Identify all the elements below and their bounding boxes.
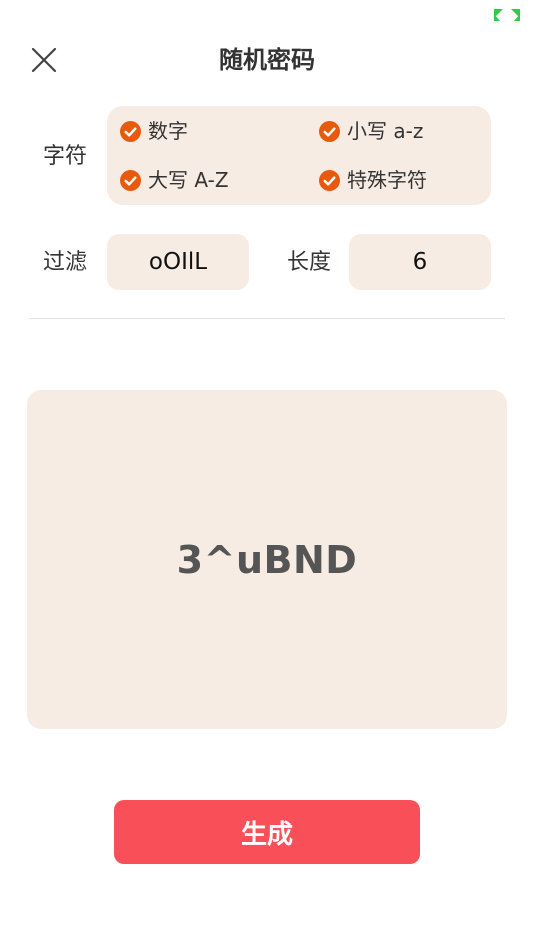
- filter-label: 过滤: [43, 250, 88, 275]
- character-options-panel: 数字 小写 a-z 大写 A-Z 特殊字符: [107, 106, 491, 205]
- option-uppercase-label: 大写 A-Z: [148, 168, 229, 192]
- page-title: 随机密码: [219, 46, 315, 74]
- expand-arrows-icon: [494, 9, 520, 21]
- option-digits[interactable]: 数字: [120, 118, 188, 144]
- check-circle-icon: [120, 120, 141, 142]
- password-result-box: 3^uBND: [27, 390, 507, 729]
- generated-password[interactable]: 3^uBND: [177, 538, 358, 582]
- check-circle-icon: [319, 169, 340, 191]
- option-special[interactable]: 特殊字符: [319, 167, 427, 193]
- generate-button[interactable]: 生成: [114, 800, 420, 864]
- filter-input[interactable]: [107, 234, 249, 290]
- option-lowercase-label: 小写 a-z: [347, 119, 424, 143]
- option-uppercase[interactable]: 大写 A-Z: [120, 167, 229, 193]
- length-input[interactable]: [349, 234, 491, 290]
- length-label: 长度: [287, 250, 332, 275]
- check-circle-icon: [319, 120, 340, 142]
- option-special-label: 特殊字符: [347, 168, 427, 192]
- option-digits-label: 数字: [148, 119, 188, 143]
- option-lowercase[interactable]: 小写 a-z: [319, 118, 423, 144]
- characters-label: 字符: [43, 144, 88, 169]
- check-circle-icon: [120, 169, 141, 191]
- divider: [29, 318, 505, 319]
